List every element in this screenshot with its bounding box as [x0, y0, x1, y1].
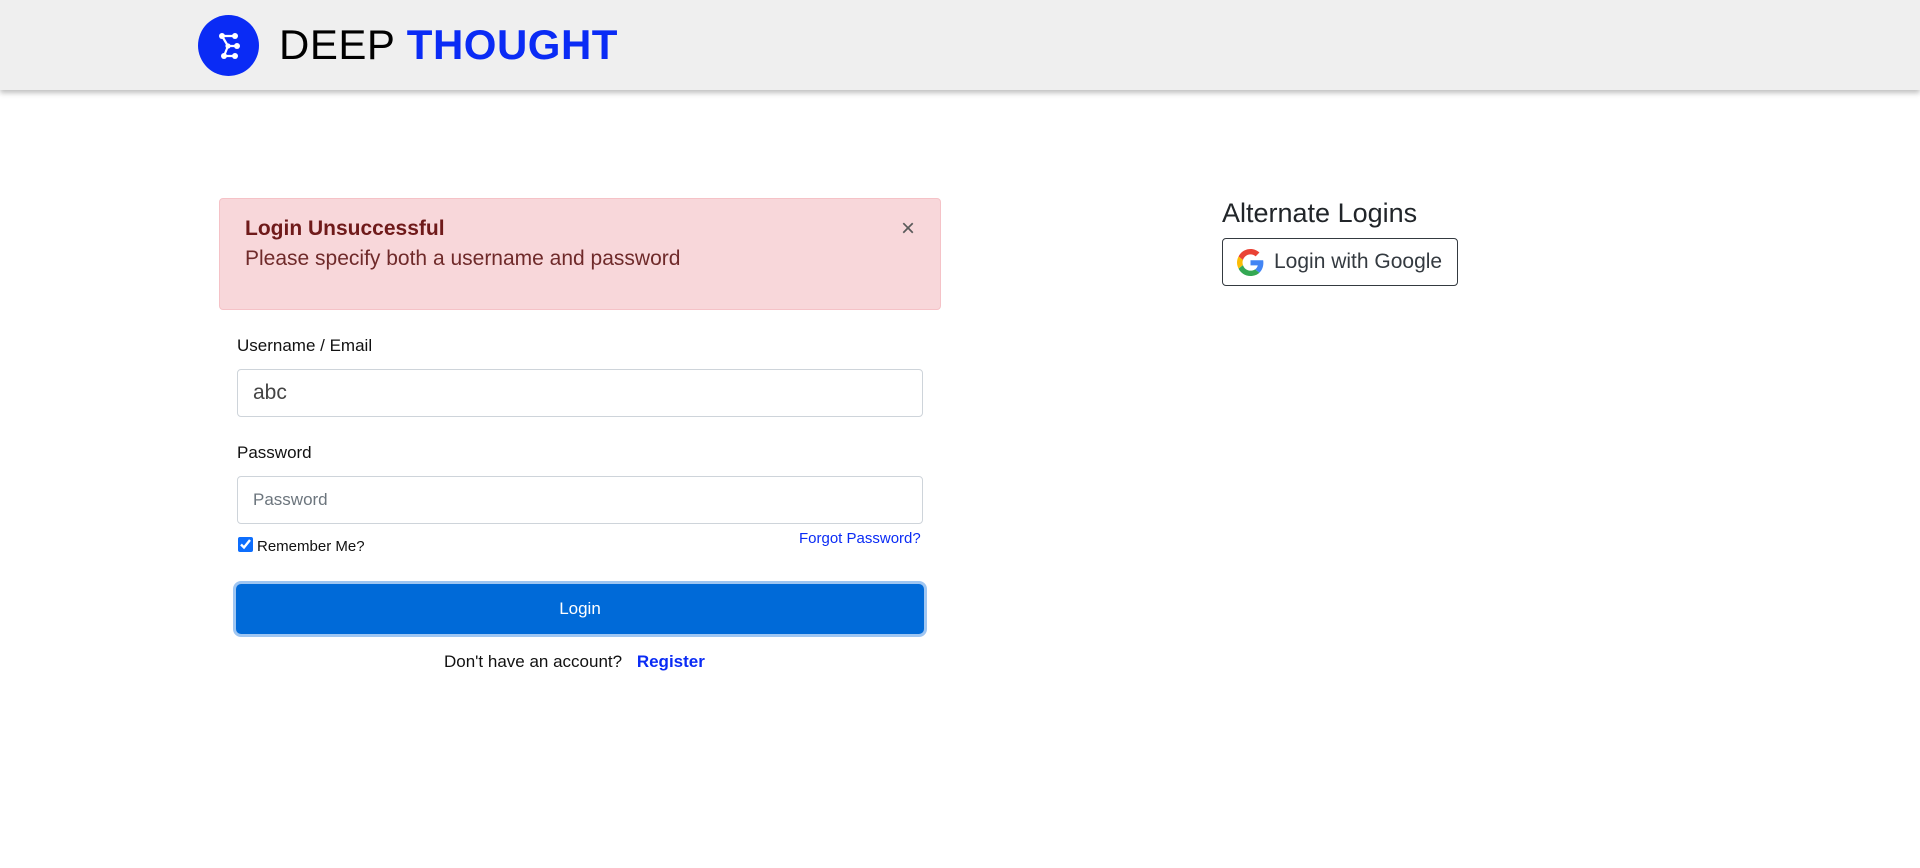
brand-logo-text[interactable]: DEEP THOUGHT	[279, 20, 618, 70]
login-with-google-button[interactable]: Login with Google	[1222, 238, 1458, 286]
brand-word-deep: DEEP	[279, 21, 395, 68]
error-alert: Login Unsuccessful Please specify both a…	[219, 198, 941, 310]
no-account-text: Don't have an account?	[444, 652, 623, 671]
login-button[interactable]: Login	[236, 584, 924, 634]
username-input[interactable]	[237, 369, 923, 417]
forgot-password-link[interactable]: Forgot Password?	[799, 530, 921, 547]
brand-word-thought: THOUGHT	[406, 21, 618, 68]
alert-title: Login Unsuccessful	[245, 217, 445, 240]
google-icon	[1237, 248, 1264, 276]
remember-me-check[interactable]	[238, 537, 253, 552]
alternate-logins-title: Alternate Logins	[1222, 198, 1418, 228]
top-header: DEEP THOUGHT	[0, 0, 1920, 90]
password-input[interactable]	[237, 476, 923, 524]
register-link[interactable]: Register	[637, 652, 705, 671]
network-graph-icon[interactable]	[198, 15, 259, 76]
alert-message: Please specify both a username and passw…	[245, 247, 681, 270]
password-label: Password	[237, 443, 312, 462]
close-icon[interactable]: ×	[896, 217, 920, 241]
remember-me-label: Remember Me?	[257, 538, 365, 555]
username-label: Username / Email	[237, 336, 373, 355]
google-button-label: Login with Google	[1274, 250, 1443, 273]
remember-me-checkbox[interactable]: Remember Me?	[238, 534, 365, 555]
register-prompt: Don't have an account? Register	[444, 652, 705, 672]
